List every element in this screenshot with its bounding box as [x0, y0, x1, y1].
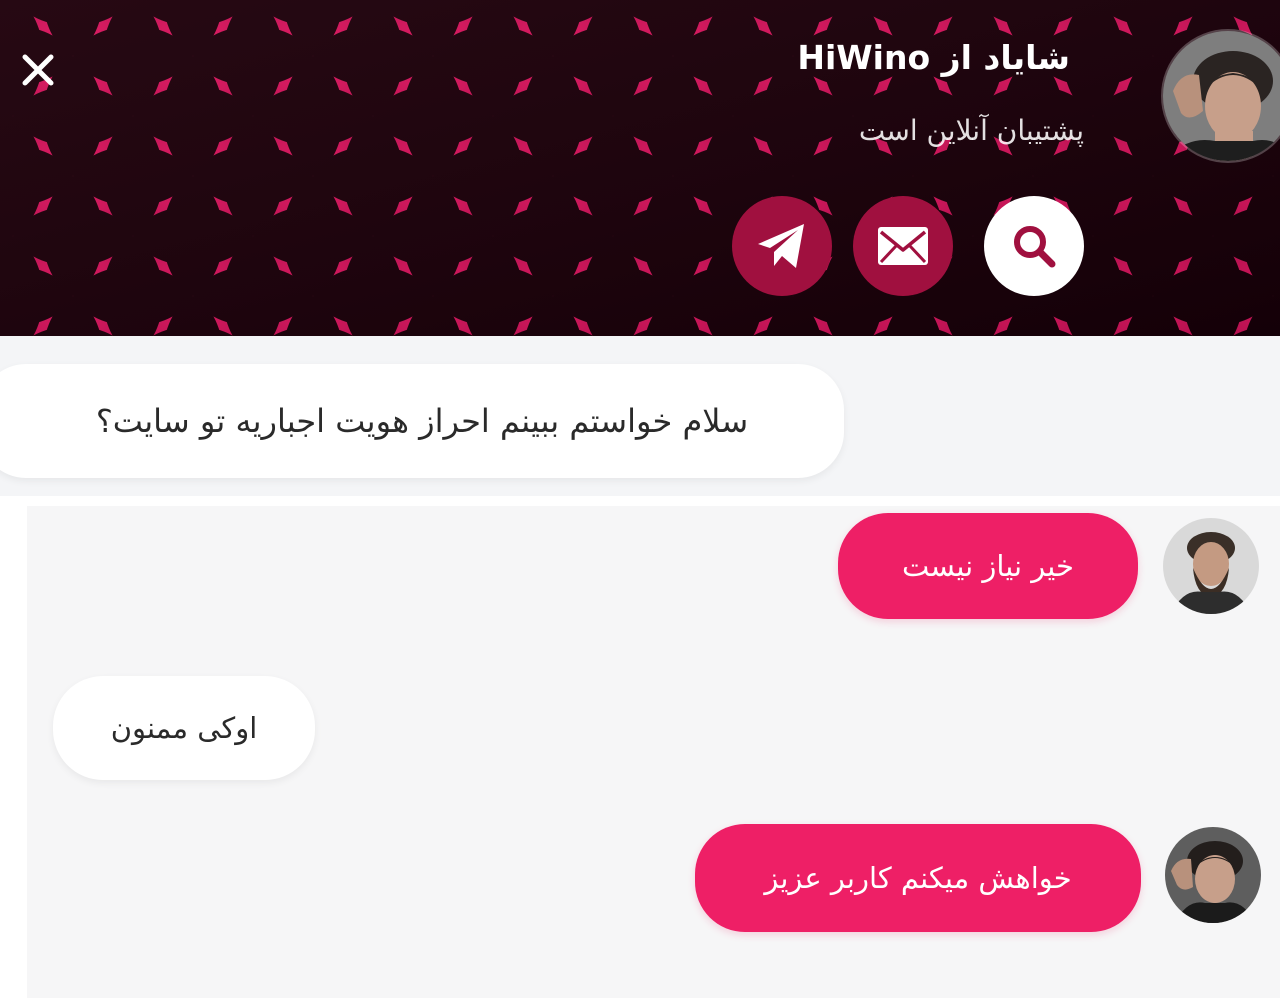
close-button[interactable] [14, 46, 62, 94]
close-icon [22, 54, 54, 86]
header-background-pattern [0, 0, 1280, 336]
message-text: خواهش میکنم کاربر عزیز [764, 861, 1072, 895]
agent-avatar-small [1165, 827, 1261, 923]
search-button[interactable] [984, 196, 1084, 296]
agent-status: پشتیبان آنلاین است [858, 114, 1084, 147]
message-agent: خیر نیاز نیست [838, 513, 1138, 619]
message-user: سلام خواستم ببینم احراز هویت اجباریه تو … [0, 364, 844, 478]
message-text: خیر نیاز نیست [902, 549, 1074, 583]
agent-name: شایاد از HiWino [797, 38, 1070, 77]
mail-icon [878, 227, 928, 265]
message-user: اوکی ممنون [53, 676, 315, 780]
message-agent: خواهش میکنم کاربر عزیز [695, 824, 1141, 932]
message-text: سلام خواستم ببینم احراز هویت اجباریه تو … [95, 402, 749, 440]
message-text: اوکی ممنون [110, 711, 258, 745]
agent-avatar-small [1163, 518, 1259, 614]
telegram-button[interactable] [732, 196, 832, 296]
search-icon [1014, 226, 1056, 268]
chat-header: شایاد از HiWino پشتیبان آنلاین است [0, 0, 1280, 336]
email-button[interactable] [853, 196, 953, 296]
telegram-icon [758, 224, 804, 268]
